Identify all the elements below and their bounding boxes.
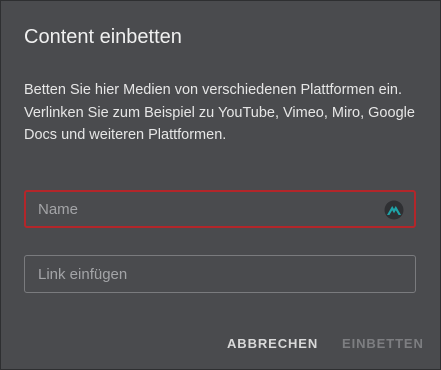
cancel-button[interactable]: ABBRECHEN [227, 336, 318, 351]
name-field[interactable] [24, 190, 416, 228]
embed-content-dialog: Content einbetten Betten Sie hier Medien… [0, 0, 441, 370]
dialog-title: Content einbetten [24, 26, 182, 48]
link-input[interactable] [25, 256, 415, 292]
embed-button[interactable]: EINBETTEN [342, 336, 424, 351]
name-input[interactable] [26, 192, 414, 226]
link-field[interactable] [24, 255, 416, 293]
dialog-actions: ABBRECHEN EINBETTEN [1, 336, 441, 352]
password-manager-icon[interactable] [384, 200, 404, 220]
dialog-description: Betten Sie hier Medien von verschiedenen… [24, 82, 415, 143]
